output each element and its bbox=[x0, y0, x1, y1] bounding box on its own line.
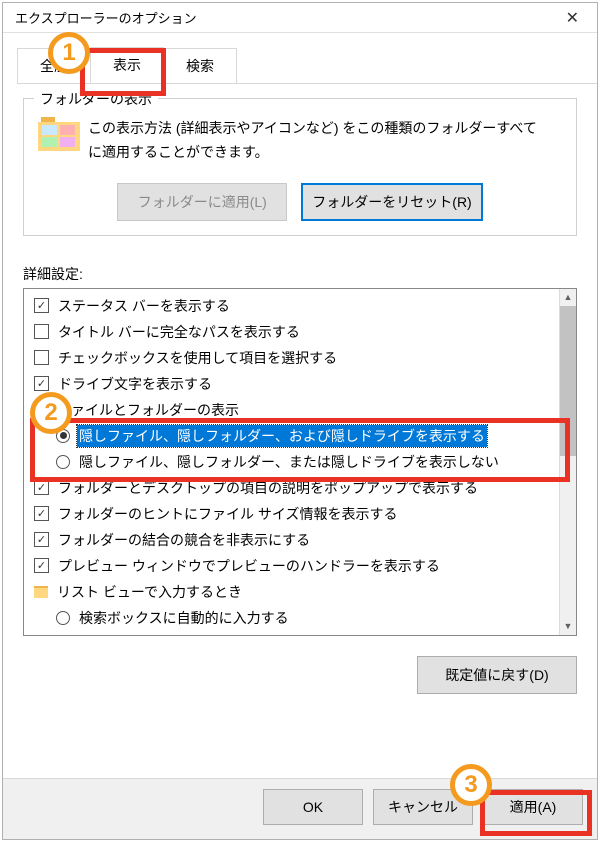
scroll-up-icon[interactable]: ▲ bbox=[560, 289, 576, 306]
list-item-label: 隠しファイル、隠しフォルダー、および隠しドライブを表示する bbox=[77, 425, 487, 447]
list-item[interactable]: 検索ボックスに自動的に入力する bbox=[26, 605, 557, 631]
tab-body-view: フォルダーの表示 この表示方法 (詳細表示やアイコンなど) をこの種類のフォルダ… bbox=[3, 84, 597, 778]
radio-icon[interactable] bbox=[56, 455, 70, 469]
tab-search[interactable]: 検索 bbox=[163, 48, 237, 83]
list-item-label: リスト ビューで入力するとき bbox=[55, 581, 244, 603]
scroll-down-icon[interactable]: ▼ bbox=[560, 618, 576, 635]
list-item-label: ファイルとフォルダーの表示 bbox=[55, 399, 241, 421]
checkbox-icon[interactable] bbox=[34, 324, 49, 339]
list-item-label: フォルダーの結合の競合を非表示にする bbox=[56, 529, 312, 551]
list-item[interactable]: ✓ フォルダーの結合の競合を非表示にする bbox=[26, 527, 557, 553]
window-title: エクスプローラーのオプション bbox=[15, 8, 197, 27]
scroll-thumb[interactable] bbox=[560, 306, 576, 456]
tab-general[interactable]: 全般 bbox=[17, 48, 91, 83]
list-item[interactable]: ✓ フォルダーのヒントにファイル サイズ情報を表示する bbox=[26, 501, 557, 527]
checkbox-icon[interactable]: ✓ bbox=[34, 298, 49, 313]
checkbox-icon[interactable] bbox=[34, 350, 49, 365]
advanced-settings-list[interactable]: ✓ ステータス バーを表示するタイトル バーに完全なパスを表示するチェックボックス… bbox=[23, 288, 577, 636]
list-item-label: 入力した項目をビューで選択する bbox=[77, 633, 290, 635]
list-item-label: タイトル バーに完全なパスを表示する bbox=[56, 321, 302, 343]
list-item-label: ドライブ文字を表示する bbox=[56, 373, 214, 395]
list-item-label: フォルダーのヒントにファイル サイズ情報を表示する bbox=[56, 503, 399, 525]
explorer-options-dialog: エクスプローラーのオプション ✕ 全般 表示 検索 フォルダーの表示 この表示方… bbox=[2, 2, 598, 840]
advanced-settings-label: 詳細設定: bbox=[23, 264, 577, 284]
tab-strip: 全般 表示 検索 bbox=[17, 47, 597, 84]
reset-folders-button[interactable]: フォルダーをリセット(R) bbox=[301, 183, 482, 221]
list-item[interactable]: ✓ ステータス バーを表示する bbox=[26, 293, 557, 319]
list-item-label: フォルダーとデスクトップの項目の説明をポップアップで表示する bbox=[56, 477, 480, 499]
folder-text-line1: この表示方法 (詳細表示やアイコンなど) をこの種類のフォルダーすべて bbox=[88, 120, 537, 136]
folder-icon bbox=[34, 404, 48, 416]
list-item[interactable]: タイトル バーに完全なパスを表示する bbox=[26, 319, 557, 345]
list-item[interactable]: 入力した項目をビューで選択する bbox=[26, 631, 557, 635]
folder-icon bbox=[34, 586, 48, 598]
list-item[interactable]: ✓ フォルダーとデスクトップの項目の説明をポップアップで表示する bbox=[26, 475, 557, 501]
list-item-label: 検索ボックスに自動的に入力する bbox=[77, 607, 291, 629]
checkbox-icon[interactable]: ✓ bbox=[34, 376, 49, 391]
folder-icon bbox=[38, 117, 80, 151]
apply-to-folders-button: フォルダーに適用(L) bbox=[117, 183, 287, 221]
checkbox-icon[interactable]: ✓ bbox=[34, 558, 49, 573]
folder-text-line2: に適用することができます。 bbox=[88, 144, 269, 160]
list-item-label: チェックボックスを使用して項目を選択する bbox=[56, 347, 339, 369]
folder-display-text: この表示方法 (詳細表示やアイコンなど) をこの種類のフォルダーすべて に適用す… bbox=[88, 117, 537, 165]
list-item[interactable]: ✓ プレビュー ウィンドウでプレビューのハンドラーを表示する bbox=[26, 553, 557, 579]
list-item[interactable]: リスト ビューで入力するとき bbox=[26, 579, 557, 605]
cancel-button[interactable]: キャンセル bbox=[373, 789, 473, 825]
list-item-label: プレビュー ウィンドウでプレビューのハンドラーを表示する bbox=[56, 555, 442, 577]
folder-display-group: フォルダーの表示 この表示方法 (詳細表示やアイコンなど) をこの種類のフォルダ… bbox=[23, 98, 577, 236]
titlebar: エクスプローラーのオプション ✕ bbox=[3, 3, 597, 33]
list-item[interactable]: ✓ ドライブ文字を表示する bbox=[26, 371, 557, 397]
scrollbar[interactable]: ▲ ▼ bbox=[559, 289, 576, 635]
apply-button[interactable]: 適用(A) bbox=[483, 789, 583, 825]
ok-button[interactable]: OK bbox=[263, 789, 363, 825]
restore-defaults-button[interactable]: 既定値に戻す(D) bbox=[417, 656, 577, 694]
list-item[interactable]: チェックボックスを使用して項目を選択する bbox=[26, 345, 557, 371]
dialog-footer: OK キャンセル 適用(A) bbox=[3, 778, 597, 839]
checkbox-icon[interactable]: ✓ bbox=[34, 480, 49, 495]
close-icon[interactable]: ✕ bbox=[558, 4, 587, 32]
list-item[interactable]: 隠しファイル、隠しフォルダー、および隠しドライブを表示する bbox=[26, 423, 557, 449]
list-item-label: 隠しファイル、隠しフォルダー、または隠しドライブを表示しない bbox=[77, 451, 501, 473]
checkbox-icon[interactable]: ✓ bbox=[34, 532, 49, 547]
list-item[interactable]: 隠しファイル、隠しフォルダー、または隠しドライブを表示しない bbox=[26, 449, 557, 475]
radio-icon[interactable] bbox=[56, 611, 70, 625]
list-item[interactable]: ファイルとフォルダーの表示 bbox=[26, 397, 557, 423]
tab-view[interactable]: 表示 bbox=[90, 47, 164, 83]
radio-icon[interactable] bbox=[56, 429, 70, 443]
checkbox-icon[interactable]: ✓ bbox=[34, 506, 49, 521]
list-item-label: ステータス バーを表示する bbox=[56, 295, 232, 317]
folder-display-legend: フォルダーの表示 bbox=[34, 91, 158, 107]
